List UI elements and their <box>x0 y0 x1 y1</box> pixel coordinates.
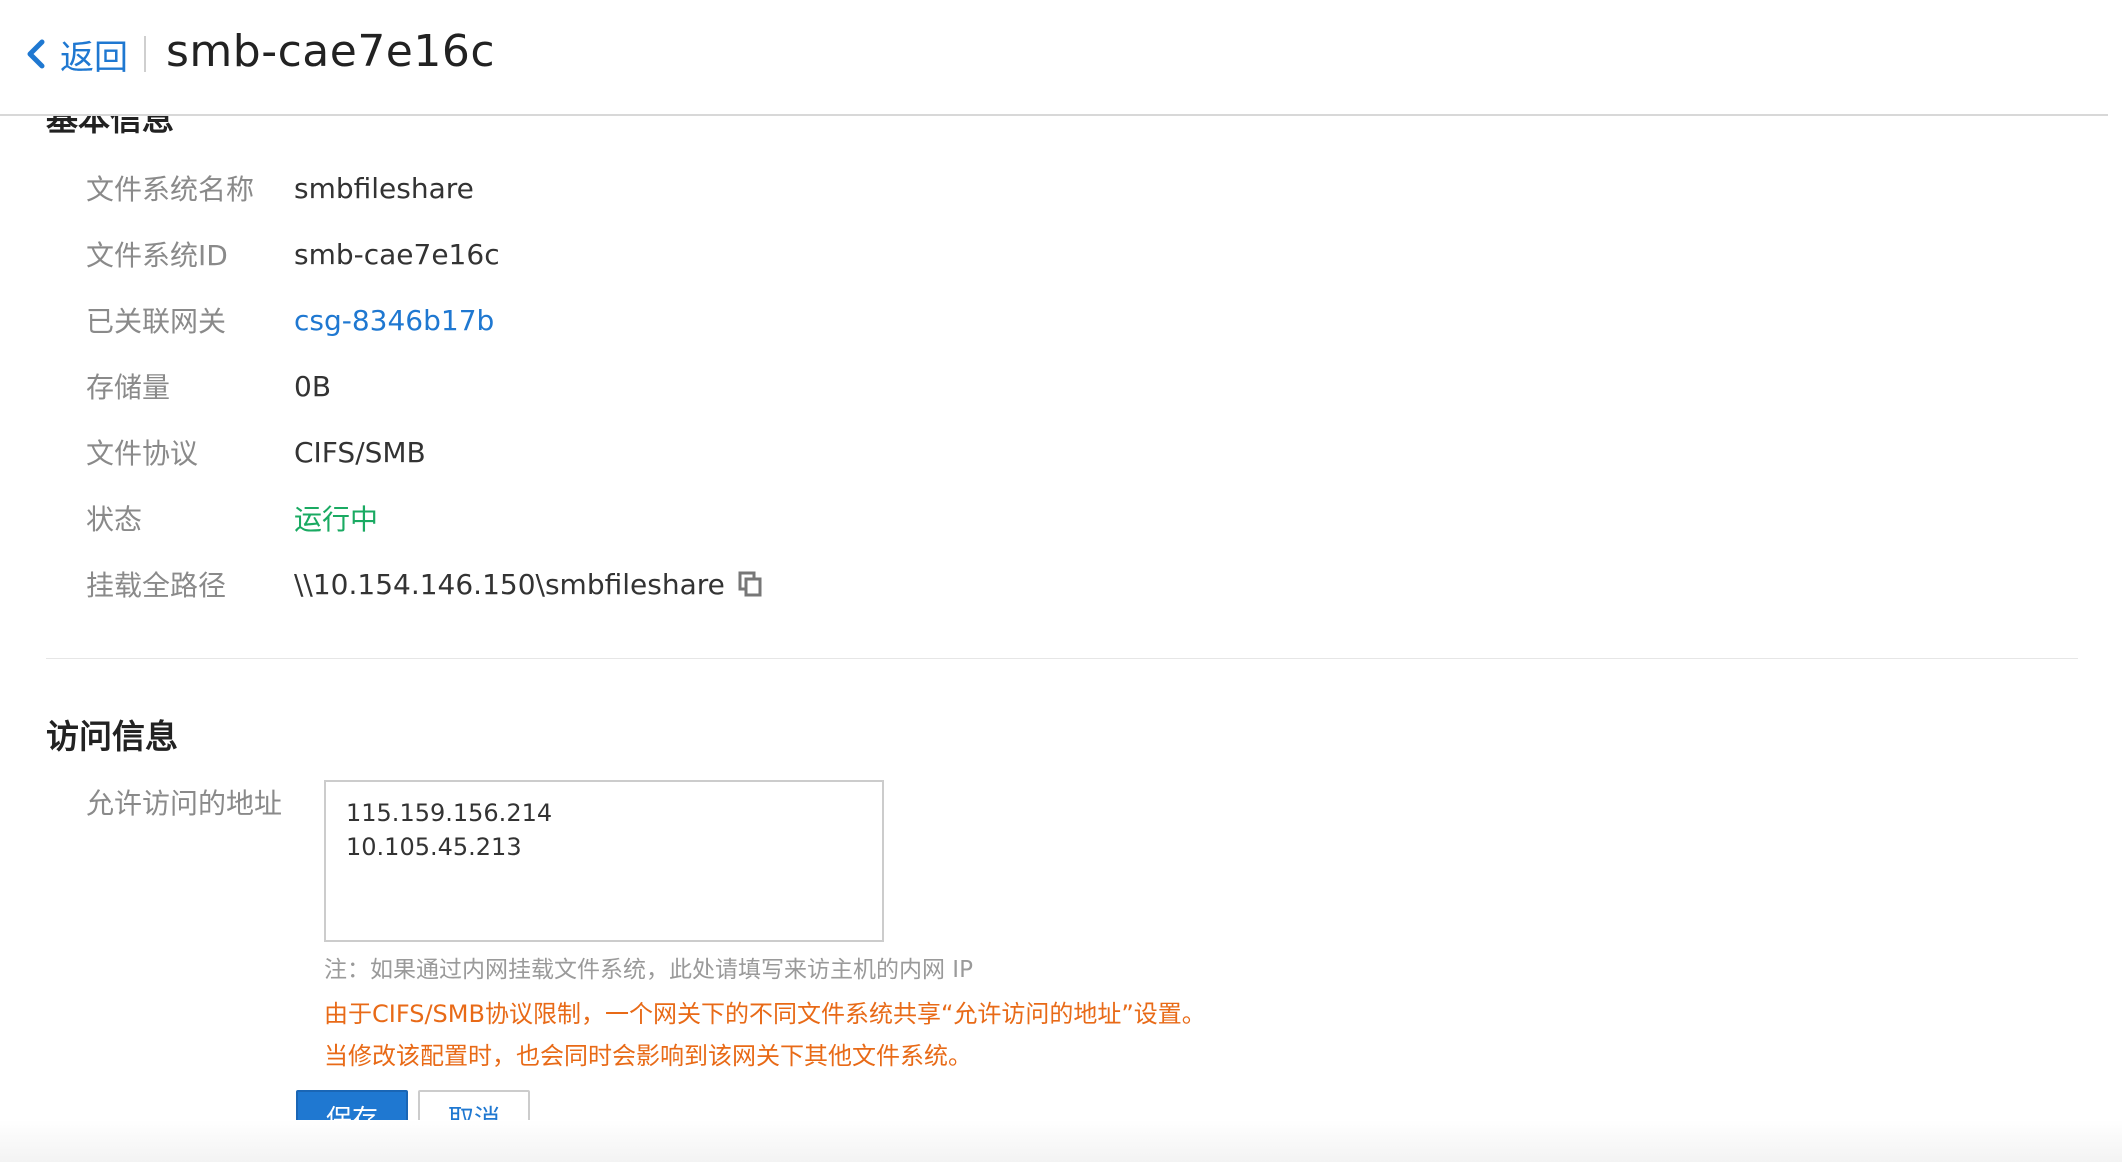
info-row-status: 状态 运行中 <box>86 498 378 538</box>
info-label: 存储量 <box>86 371 171 404</box>
page-header: 返回 smb-cae7e16c <box>0 0 2108 116</box>
info-label: 挂载全路径 <box>86 569 227 602</box>
back-link[interactable]: 返回 <box>22 30 128 78</box>
info-row-storage: 存储量 0B <box>86 366 331 406</box>
info-label: 文件系统名称 <box>86 173 255 206</box>
basic-info-heading-clip: 基本信息 <box>46 116 306 134</box>
allowed-address-label: 允许访问的地址 <box>86 787 283 820</box>
mount-path-value: \\10.154.146.150\smbfileshare <box>294 567 725 601</box>
allowed-address-textarea[interactable]: 115.159.156.214 10.105.45.213 <box>324 780 884 942</box>
info-row-gateway: 已关联网关 csg-8346b17b <box>86 300 494 340</box>
basic-info-heading: 基本信息 <box>46 116 174 134</box>
info-value: smb-cae7e16c <box>294 237 500 271</box>
info-label: 已关联网关 <box>86 305 227 338</box>
page-title: smb-cae7e16c <box>166 26 496 77</box>
bottom-fade <box>0 1120 2122 1162</box>
copy-icon[interactable] <box>737 570 763 598</box>
info-value: smbfileshare <box>294 171 474 205</box>
chevron-left-icon <box>27 39 45 69</box>
section-divider <box>46 658 2078 659</box>
shared-config-warning: 当修改该配置时，也会同时会影响到该网关下其他文件系统。 <box>324 1042 972 1070</box>
info-label: 文件协议 <box>86 437 199 470</box>
info-row-filesystem-name: 文件系统名称 smbfileshare <box>86 168 474 208</box>
info-label: 状态 <box>86 503 143 536</box>
access-info-heading: 访问信息 <box>46 717 178 756</box>
info-row-protocol: 文件协议 CIFS/SMB <box>86 432 426 472</box>
header-divider <box>144 36 146 72</box>
internal-ip-note: 注：如果通过内网挂载文件系统，此处请填写来访主机的内网 IP <box>324 957 973 983</box>
info-label: 文件系统ID <box>86 239 228 272</box>
allowed-ip: 10.105.45.213 <box>346 833 522 861</box>
protocol-warning: 由于CIFS/SMB协议限制，一个网关下的不同文件系统共享“允许访问的地址”设置… <box>324 1000 1206 1028</box>
allowed-ip: 115.159.156.214 <box>346 799 553 827</box>
back-label: 返回 <box>60 37 128 78</box>
gateway-link[interactable]: csg-8346b17b <box>294 304 494 337</box>
page: 返回 smb-cae7e16c 基本信息 文件系统名称 smbfileshare… <box>0 0 2122 1162</box>
info-value: CIFS/SMB <box>294 435 426 469</box>
info-row-filesystem-id: 文件系统ID smb-cae7e16c <box>86 234 500 274</box>
info-row-mount-path: 挂载全路径 \\10.154.146.150\smbfileshare <box>86 564 763 604</box>
status-badge: 运行中 <box>294 503 379 536</box>
info-value: 0B <box>294 369 332 403</box>
